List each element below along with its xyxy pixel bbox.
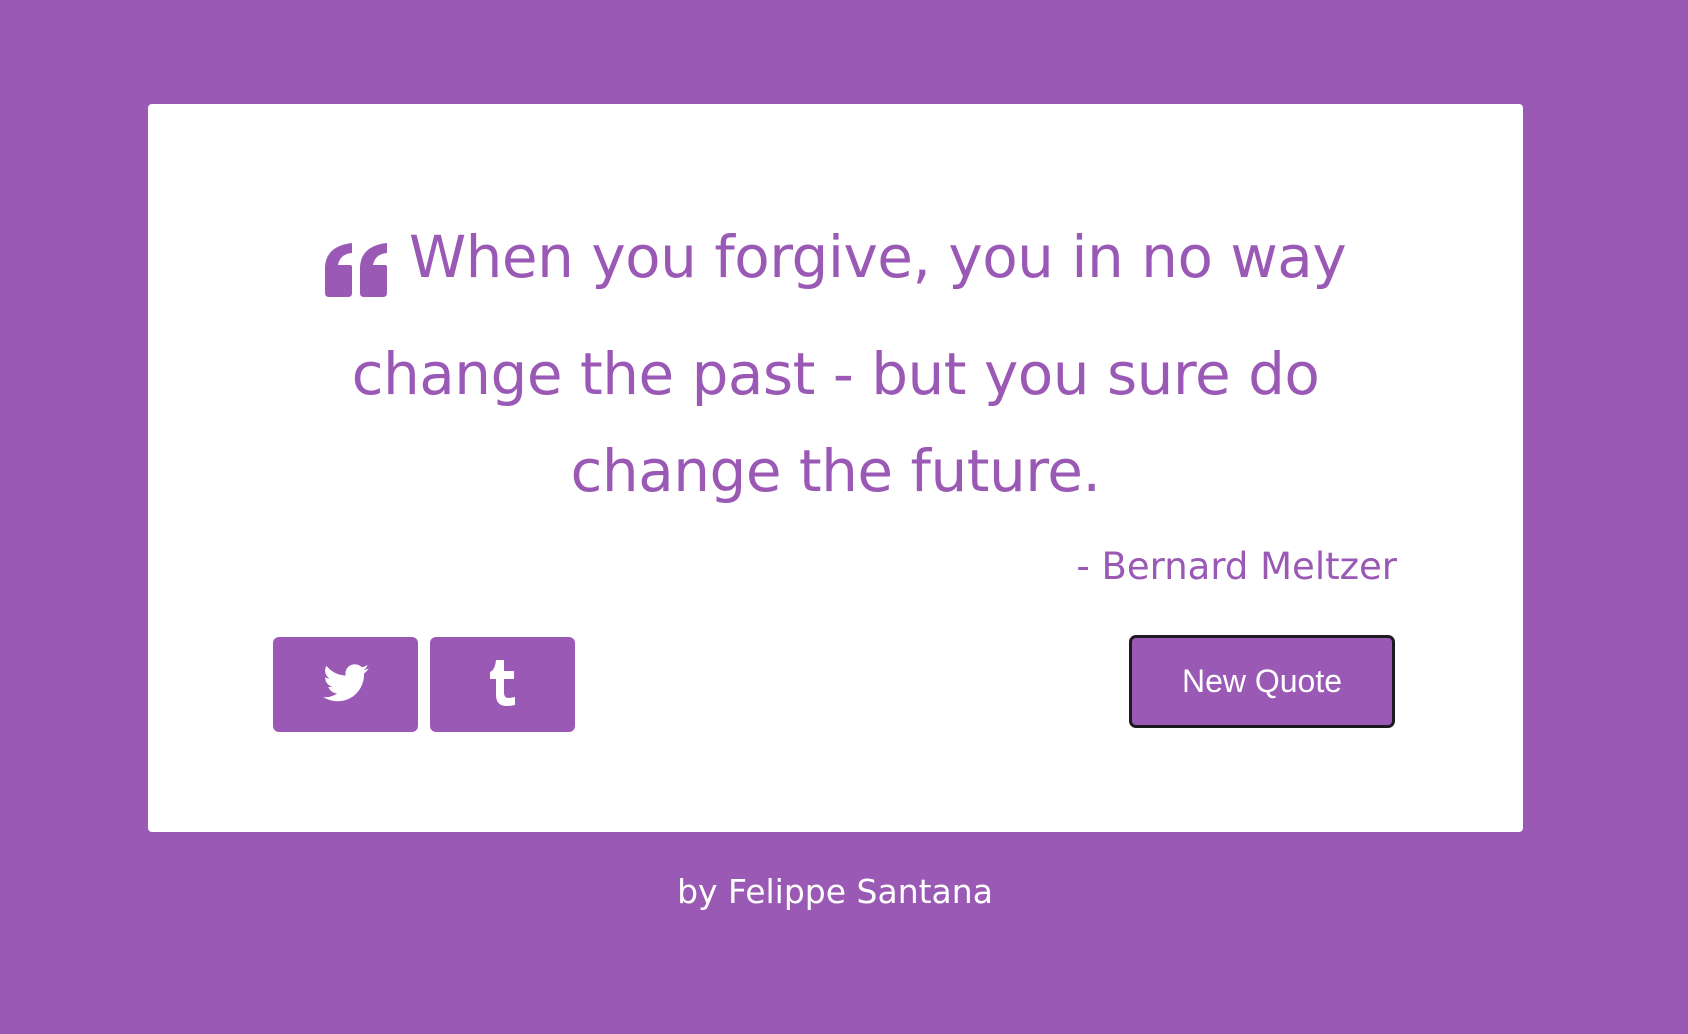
author-credit: by Felippe Santana [677,872,993,911]
twitter-icon [322,663,369,706]
quote-author: - Bernard Meltzer [1076,545,1397,588]
tumblr-share-button[interactable] [430,637,575,732]
quote-text-block: When you forgive, you in no way change t… [273,209,1398,520]
quote-card: When you forgive, you in no way change t… [148,104,1523,832]
tumblr-icon [489,659,517,710]
tweet-quote-button[interactable] [273,637,418,732]
quote-text: When you forgive, you in no way change t… [351,223,1347,505]
new-quote-button[interactable]: New Quote [1129,635,1395,728]
quote-left-icon [324,229,387,326]
